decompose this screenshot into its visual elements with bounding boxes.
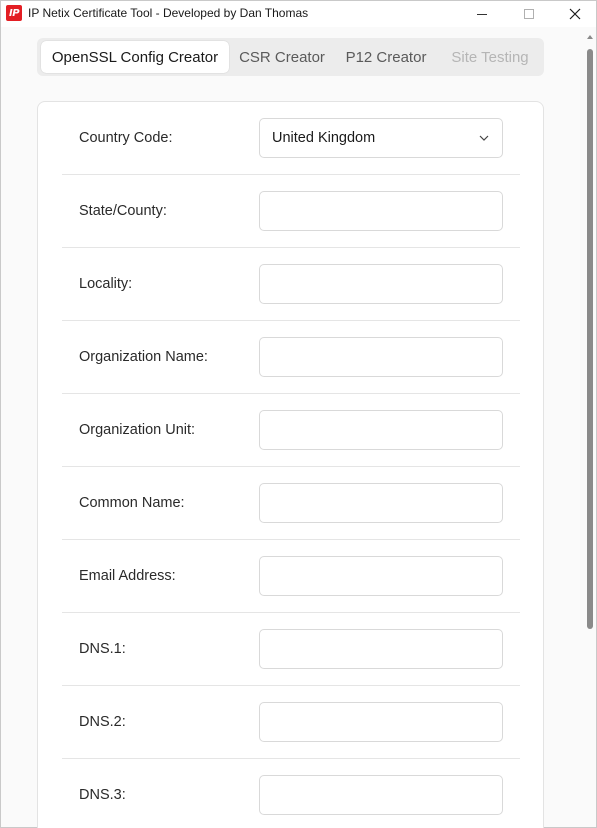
close-button[interactable] — [552, 1, 597, 27]
app-window: IP IP Netix Certificate Tool - Developed… — [0, 0, 597, 828]
tab-p12-creator[interactable]: P12 Creator — [335, 41, 437, 73]
minimize-button[interactable] — [459, 1, 505, 27]
tab-bar: OpenSSL Config Creator CSR Creator P12 C… — [37, 38, 544, 76]
vertical-scrollbar-thumb[interactable] — [587, 49, 593, 629]
state-county-label: State/County: — [79, 203, 167, 219]
form-row-organization-unit: Organization Unit: — [62, 394, 520, 467]
form-row-common-name: Common Name: — [62, 467, 520, 540]
organization-name-input[interactable] — [259, 337, 503, 377]
locality-input[interactable] — [259, 264, 503, 304]
dns-1-label: DNS.1: — [79, 641, 126, 657]
country-code-label: Country Code: — [79, 130, 173, 146]
maximize-icon — [524, 9, 534, 19]
form-row-dns-3: DNS.3: — [62, 759, 520, 828]
dns-3-input[interactable] — [259, 775, 503, 815]
common-name-input[interactable] — [259, 483, 503, 523]
form-row-email-address: Email Address: — [62, 540, 520, 613]
scroll-up-arrow-icon[interactable] — [586, 33, 594, 41]
form-row-dns-1: DNS.1: — [62, 613, 520, 686]
dns-1-input[interactable] — [259, 629, 503, 669]
form-row-locality: Locality: — [62, 248, 520, 321]
tab-openssl-config-creator[interactable]: OpenSSL Config Creator — [41, 41, 229, 73]
tab-site-testing: Site Testing — [451, 48, 529, 66]
chevron-down-icon — [478, 132, 490, 144]
app-logo-icon: IP — [6, 5, 22, 21]
dns-2-label: DNS.2: — [79, 714, 126, 730]
email-address-input[interactable] — [259, 556, 503, 596]
dns-3-label: DNS.3: — [79, 787, 126, 803]
common-name-label: Common Name: — [79, 495, 185, 511]
state-county-input[interactable] — [259, 191, 503, 231]
minimize-icon — [477, 13, 487, 15]
form-row-organization-name: Organization Name: — [62, 321, 520, 394]
maximize-button[interactable] — [506, 1, 552, 27]
organization-name-label: Organization Name: — [79, 349, 208, 365]
country-code-select[interactable]: United Kingdom — [259, 118, 503, 158]
window-title: IP Netix Certificate Tool - Developed by… — [28, 6, 309, 20]
form-panel: Country Code: United Kingdom State/Count… — [37, 101, 544, 828]
form-row-dns-2: DNS.2: — [62, 686, 520, 759]
country-code-value: United Kingdom — [272, 130, 376, 146]
form-row-state-county: State/County: — [62, 175, 520, 248]
app-logo-text: IP — [8, 7, 20, 19]
locality-label: Locality: — [79, 276, 133, 292]
dns-2-input[interactable] — [259, 702, 503, 742]
close-icon — [569, 8, 581, 20]
organization-unit-label: Organization Unit: — [79, 422, 196, 438]
email-address-label: Email Address: — [79, 568, 176, 584]
organization-unit-input[interactable] — [259, 410, 503, 450]
title-bar[interactable]: IP IP Netix Certificate Tool - Developed… — [1, 1, 596, 27]
tab-csr-creator[interactable]: CSR Creator — [233, 41, 331, 73]
form-row-country-code: Country Code: United Kingdom — [62, 102, 520, 175]
